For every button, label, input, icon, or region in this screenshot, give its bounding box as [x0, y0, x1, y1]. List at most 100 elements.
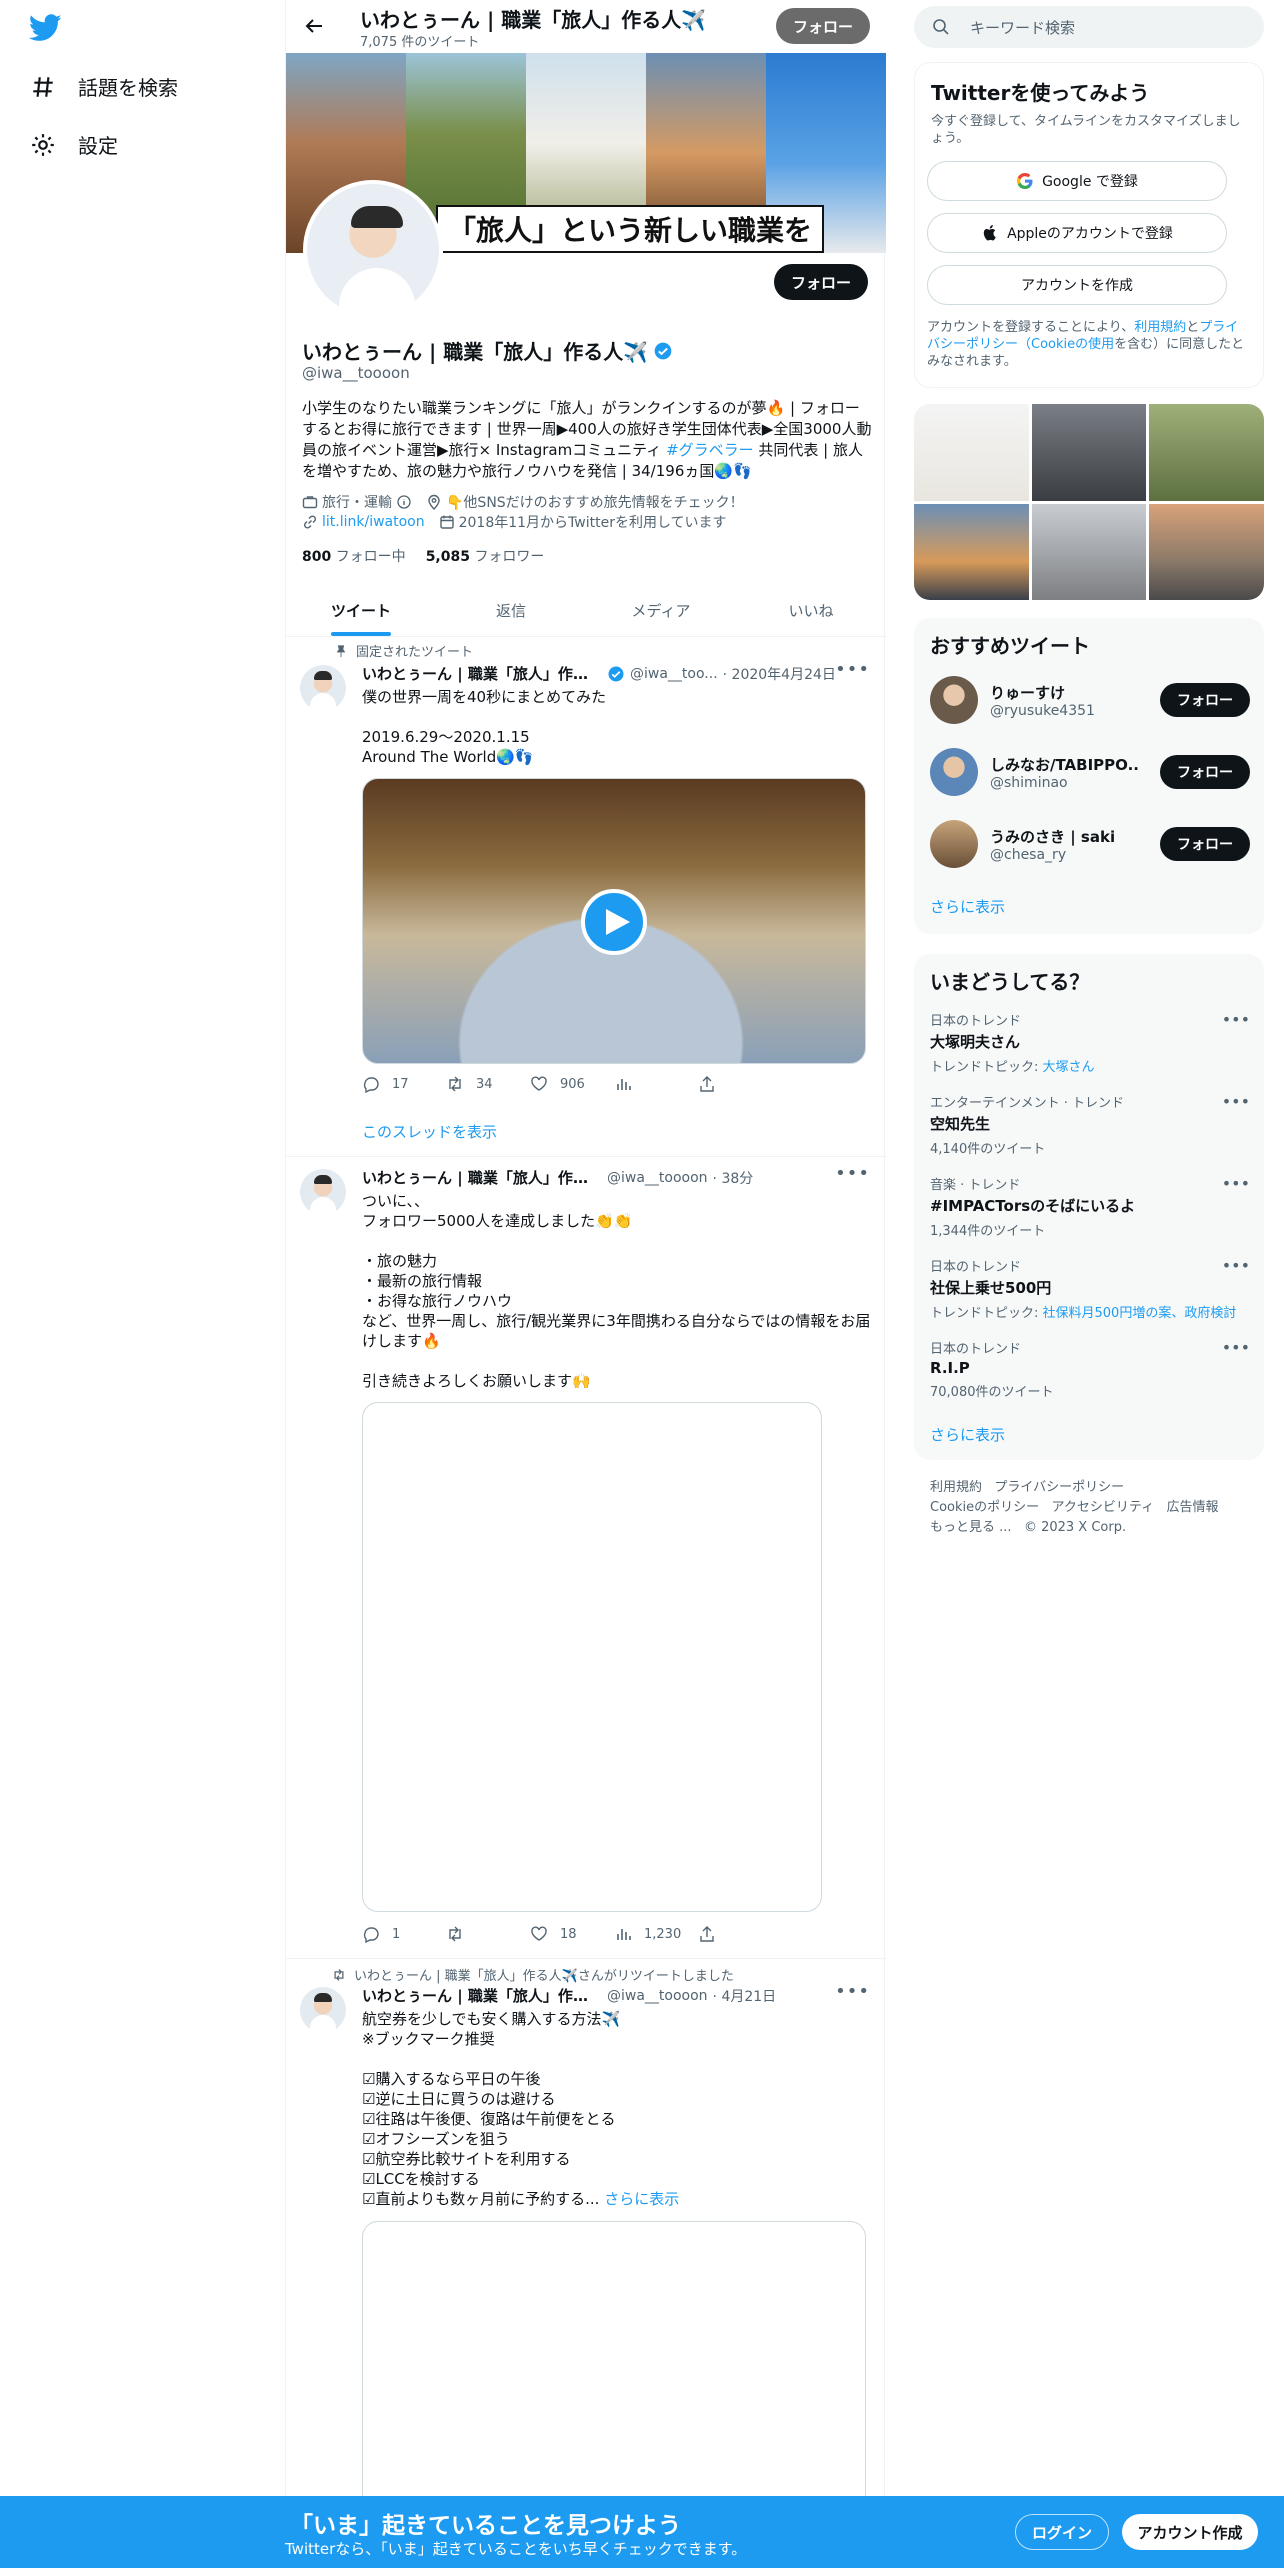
create-account-button[interactable]: アカウントを作成 — [927, 265, 1227, 305]
media-thumbnail[interactable] — [914, 404, 1029, 501]
avatar[interactable] — [930, 676, 978, 724]
recommended-user[interactable]: うみのさき | saki @chesa_ry フォロー — [930, 820, 1250, 868]
tweet-embedded-media[interactable] — [362, 1402, 822, 1912]
retweet-context-text[interactable]: いわとぅーん | 職業「旅人」作る人✈️さんがリツイートしました — [354, 1965, 734, 1984]
media-thumbnail[interactable] — [1031, 404, 1147, 501]
recommended-user[interactable]: しみなお/TABIPPO... @shiminao フォロー — [930, 748, 1250, 796]
trend-item[interactable]: エンターテインメント · トレンド 空知先生 4,140件のツイート ••• — [930, 1092, 1250, 1157]
reply-button[interactable]: 1 — [362, 1925, 446, 1943]
google-signup-button[interactable]: Google で登録 — [927, 161, 1227, 201]
info-icon[interactable] — [396, 494, 412, 510]
terms-link[interactable]: 利用規約 — [1134, 320, 1186, 335]
retweet-button[interactable] — [446, 1925, 530, 1943]
tweet-author-handle[interactable]: @iwa__too... — [630, 666, 718, 682]
play-button[interactable] — [581, 889, 647, 955]
tweet-video[interactable] — [362, 778, 866, 1064]
nav-explore[interactable]: 話題を検索 — [30, 72, 178, 101]
twitter-logo-icon[interactable] — [29, 14, 62, 42]
tab-media[interactable]: メディア — [586, 584, 736, 636]
follow-button[interactable]: フォロー — [1160, 755, 1250, 789]
reply-button[interactable]: 17 — [362, 1075, 446, 1093]
tweet-author-name[interactable]: いわとぅーん | 職業「旅人」作る人✈️ — [362, 1985, 602, 2006]
follow-button[interactable]: フォロー — [774, 264, 868, 300]
share-button[interactable] — [698, 1075, 782, 1093]
profile-url-link[interactable]: lit.link/iwatoon — [322, 514, 425, 530]
retweet-button[interactable]: 34 — [446, 1075, 530, 1093]
avatar[interactable] — [930, 748, 978, 796]
legal-text: （ — [1018, 337, 1032, 352]
footer-link[interactable]: 広告情報 — [1167, 1500, 1219, 1515]
like-button[interactable]: 18 — [530, 1925, 614, 1943]
location-label: 👇他SNSだけのおすすめ旅先情報をチェック！ — [446, 495, 744, 511]
views-button[interactable]: 1,230 — [614, 1925, 698, 1943]
footer-link[interactable]: アクセシビリティ — [1052, 1500, 1155, 1515]
tab-replies[interactable]: 返信 — [436, 584, 586, 636]
apple-signup-button[interactable]: Appleのアカウントで登録 — [927, 213, 1227, 253]
follow-button[interactable]: フォロー — [1160, 683, 1250, 717]
recommended-user[interactable]: りゅーすけ @ryusuke4351 フォロー — [930, 676, 1250, 724]
bio-hashtag-link[interactable]: #グラベラー — [666, 441, 754, 459]
more-options-icon[interactable]: ••• — [1222, 1338, 1250, 1357]
tweet-author-name[interactable]: いわとぅーん | 職業「旅人」作る人✈️ — [362, 1167, 602, 1188]
tweet-pinned[interactable]: 固定されたツイート いわとぅーん | 職業「旅人」作る... @iwa__too… — [286, 637, 886, 1157]
location: 👇他SNSだけのおすすめ旅先情報をチェック！ — [426, 492, 744, 512]
search-input[interactable]: キーワード検索 — [914, 6, 1264, 48]
login-button[interactable]: ログイン — [1015, 2514, 1109, 2550]
more-options-icon[interactable]: ••• — [835, 1981, 870, 2002]
follow-button[interactable]: フォロー — [1160, 827, 1250, 861]
more-options-icon[interactable]: ••• — [1222, 1174, 1250, 1193]
like-button[interactable]: 906 — [530, 1075, 614, 1093]
more-options-icon[interactable]: ••• — [835, 1163, 870, 1184]
tweet-author-handle[interactable]: @iwa__toooon — [607, 1988, 708, 2004]
tweet-timestamp[interactable]: · 4月21日 — [713, 1986, 777, 2006]
more-options-icon[interactable]: ••• — [1222, 1092, 1250, 1111]
media-thumbnail[interactable] — [1149, 404, 1264, 501]
back-arrow-icon[interactable] — [302, 14, 326, 38]
tweet[interactable]: いわとぅーん | 職業「旅人」作る人✈️ @iwa__toooon · 38分 … — [286, 1157, 886, 1959]
cookie-link[interactable]: Cookieの使用 — [1031, 337, 1114, 352]
share-icon — [700, 1926, 714, 1942]
trend-item[interactable]: 日本のトレンド R.I.P 70,080件のツイート ••• — [930, 1338, 1250, 1400]
more-options-icon[interactable]: ••• — [835, 659, 870, 680]
more-options-icon[interactable]: ••• — [1222, 1256, 1250, 1275]
show-thread-link[interactable]: このスレッドを表示 — [362, 1121, 497, 1142]
more-options-icon[interactable]: ••• — [1222, 1010, 1250, 1029]
profile-avatar[interactable] — [303, 180, 443, 320]
trend-item[interactable]: 日本のトレンド 大塚明夫さん トレンドトピック: 大塚さん ••• — [930, 1010, 1250, 1075]
share-button[interactable] — [698, 1925, 782, 1943]
tweet-author-handle[interactable]: @iwa__toooon — [607, 1170, 708, 1186]
trends-title: いまどうしてる？ — [930, 970, 1090, 994]
tab-likes[interactable]: いいね — [736, 584, 886, 636]
header-follow-button[interactable]: フォロー — [776, 8, 870, 44]
views-button[interactable] — [614, 1075, 698, 1093]
tweet-timestamp[interactable]: · 38分 — [713, 1168, 754, 1188]
avatar[interactable] — [930, 820, 978, 868]
following-stat[interactable]: 800 フォロー中 — [302, 546, 406, 566]
trend-sub-link[interactable]: 社保料月500円増の案、政府検討 — [1043, 1306, 1237, 1321]
pinned-label-text: 固定されたツイート — [356, 645, 474, 660]
footer-link[interactable]: Cookieのポリシー — [930, 1500, 1039, 1515]
footer-link[interactable]: 利用規約 — [930, 1480, 982, 1495]
tweet-timestamp[interactable]: · 2020年4月24日 — [723, 664, 836, 684]
trend-item[interactable]: 音楽 · トレンド #IMPACTorsのそばにいるよ 1,344件のツイート … — [930, 1174, 1250, 1239]
tweet-avatar[interactable] — [300, 1987, 346, 2033]
tweet-avatar[interactable] — [300, 665, 346, 711]
trend-item[interactable]: 日本のトレンド 社保上乗せ500円 トレンドトピック: 社保料月500円増の案、… — [930, 1256, 1250, 1321]
show-more-link[interactable]: さらに表示 — [930, 896, 1005, 917]
footer-link[interactable]: プライバシーポリシー — [994, 1480, 1124, 1495]
tab-tweets[interactable]: ツイート — [286, 584, 436, 636]
tweet-author-name[interactable]: いわとぅーん | 職業「旅人」作る... — [362, 663, 602, 684]
tweet-avatar[interactable] — [300, 1169, 346, 1215]
nav-settings[interactable]: 設定 — [30, 130, 118, 159]
followers-stat[interactable]: 5,085 フォロワー — [426, 546, 545, 566]
media-thumbnail[interactable] — [1149, 503, 1264, 600]
trend-sub-link[interactable]: 大塚さん — [1043, 1060, 1095, 1075]
profile-url[interactable]: lit.link/iwatoon — [302, 514, 425, 530]
signup-button[interactable]: アカウント作成 — [1122, 2514, 1258, 2550]
tweet-retweeted[interactable]: いわとぅーん | 職業「旅人」作る人✈️さんがリツイートしました いわとぅーん … — [286, 1959, 886, 2568]
media-thumbnail[interactable] — [914, 503, 1029, 600]
show-more-link[interactable]: さらに表示 — [930, 1424, 1005, 1445]
footer-link[interactable]: もっと見る ... — [930, 1520, 1012, 1535]
show-more-link[interactable]: さらに表示 — [604, 2190, 679, 2208]
media-thumbnail[interactable] — [1031, 503, 1147, 600]
